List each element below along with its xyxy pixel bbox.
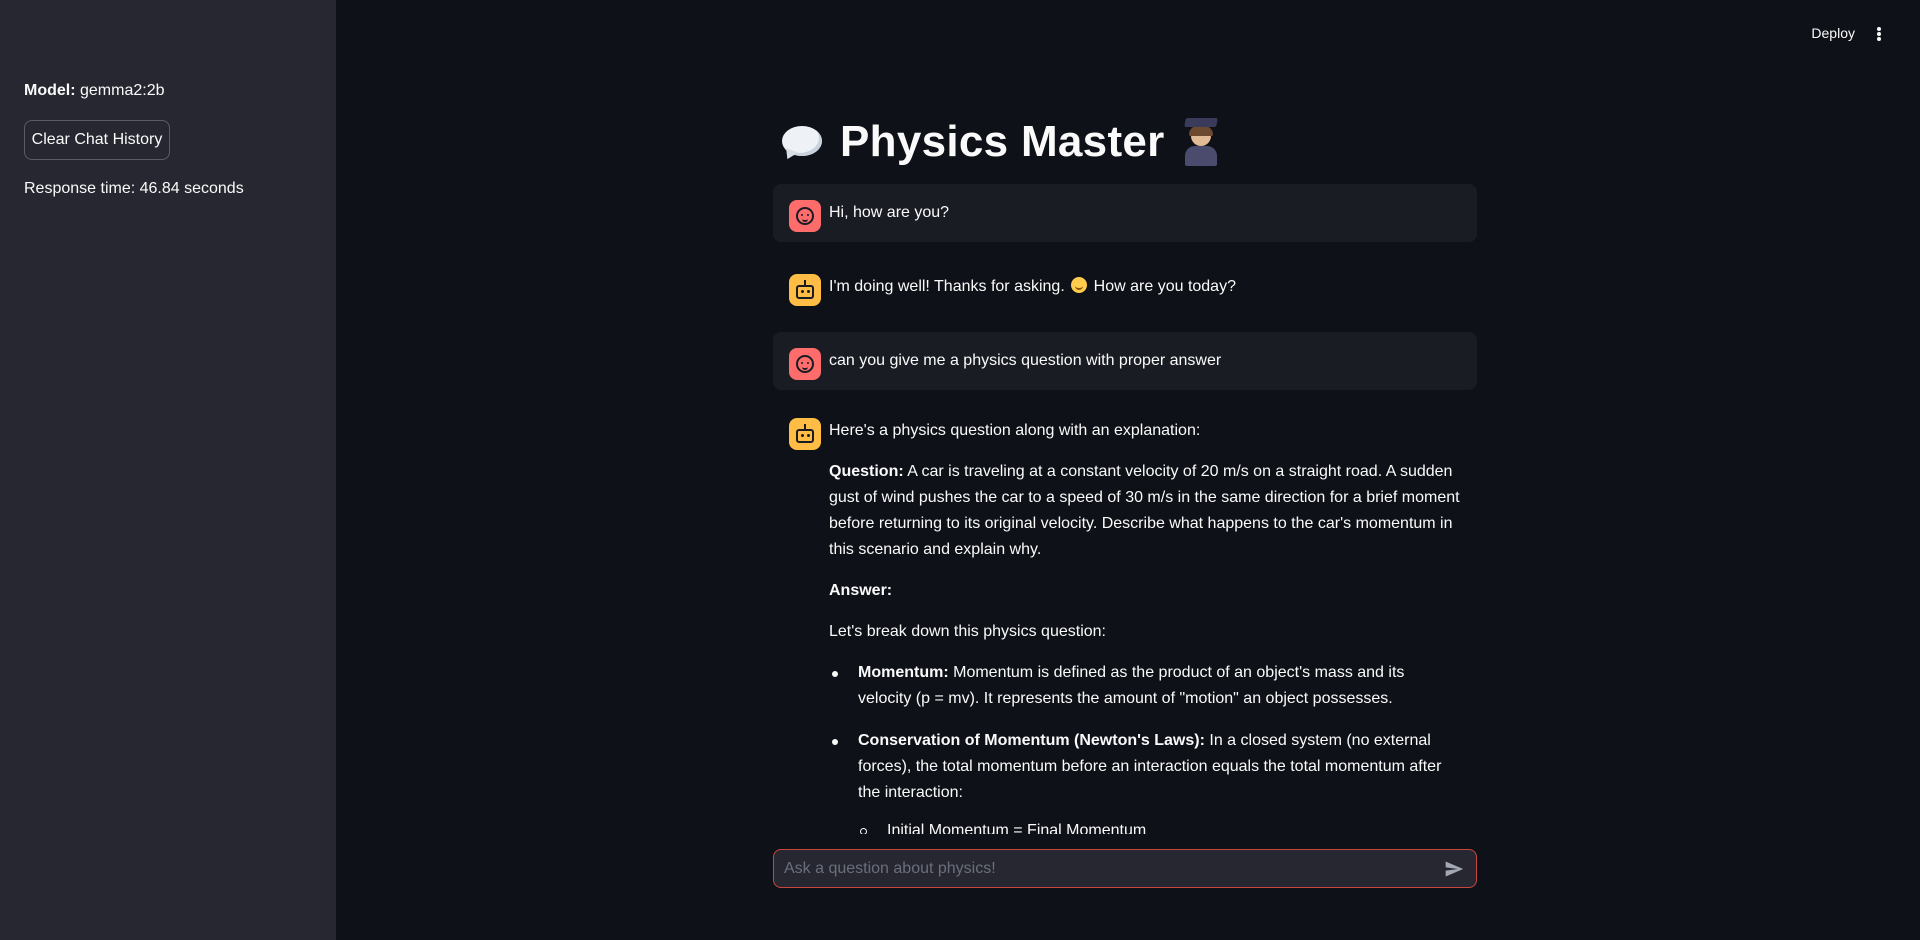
answer-bullets: Momentum: Momentum is defined as the pro… bbox=[829, 660, 1461, 834]
question-text: A car is traveling at a constant velocit… bbox=[829, 463, 1460, 558]
assistant-avatar bbox=[789, 418, 821, 450]
chat-message-assistant: Here's a physics question along with an … bbox=[773, 406, 1477, 834]
question-paragraph: Question: A car is traveling at a consta… bbox=[829, 459, 1461, 563]
speech-bubble-icon bbox=[780, 124, 824, 162]
model-info: Model: gemma2:2b bbox=[24, 81, 165, 101]
chat-messages: Hi, how are you? I'm doing well! Thanks … bbox=[773, 184, 1477, 834]
assistant-avatar bbox=[789, 274, 821, 306]
robot-icon bbox=[796, 279, 814, 299]
message-text-part: I'm doing well! Thanks for asking. bbox=[829, 278, 1065, 295]
message-text: I'm doing well! Thanks for asking. How a… bbox=[829, 274, 1461, 300]
deploy-button[interactable]: Deploy bbox=[1811, 25, 1855, 41]
user-face-icon bbox=[796, 207, 814, 225]
smiling-face-icon bbox=[1071, 277, 1088, 293]
sub-bullets: Initial Momentum = Final Momentum bbox=[858, 818, 1461, 834]
message-text: Hi, how are you? bbox=[829, 204, 950, 221]
app: Model: gemma2:2b Clear Chat History Resp… bbox=[0, 0, 1920, 940]
main-menu-icon[interactable] bbox=[1874, 24, 1884, 44]
page-title: Physics Master bbox=[780, 112, 1221, 172]
page-title-text: Physics Master bbox=[840, 117, 1165, 166]
chat-input-container bbox=[773, 849, 1477, 888]
sub-list-item: Initial Momentum = Final Momentum bbox=[858, 818, 1461, 834]
list-item: Conservation of Momentum (Newton's Laws)… bbox=[829, 728, 1461, 834]
chat-message-user: can you give me a physics question with … bbox=[773, 332, 1477, 390]
send-icon[interactable] bbox=[1444, 859, 1464, 879]
chat-input[interactable] bbox=[774, 850, 1414, 887]
answer-label: Answer: bbox=[829, 582, 893, 599]
chat-message-user: Hi, how are you? bbox=[773, 184, 1477, 242]
model-value: gemma2:2b bbox=[80, 82, 165, 99]
bullet-label: Conservation of Momentum (Newton's Laws)… bbox=[858, 732, 1205, 749]
breakdown-text: Let's break down this physics question: bbox=[829, 623, 1106, 640]
user-avatar bbox=[789, 200, 821, 232]
model-label: Model: bbox=[24, 82, 76, 99]
list-item: Momentum: Momentum is defined as the pro… bbox=[829, 660, 1461, 712]
robot-icon bbox=[796, 423, 814, 443]
message-text: can you give me a physics question with … bbox=[829, 352, 1222, 369]
response-time: Response time: 46.84 seconds bbox=[24, 180, 244, 197]
clear-chat-history-button[interactable]: Clear Chat History bbox=[24, 120, 170, 160]
user-avatar bbox=[789, 348, 821, 380]
bullet-label: Momentum: bbox=[858, 664, 949, 681]
message-intro: Here's a physics question along with an … bbox=[829, 422, 1201, 439]
message-text-part: How are you today? bbox=[1093, 278, 1236, 295]
user-face-icon bbox=[796, 355, 814, 373]
question-label: Question: bbox=[829, 463, 904, 480]
chat-message-assistant: I'm doing well! Thanks for asking. How a… bbox=[773, 258, 1477, 316]
sidebar: Model: gemma2:2b Clear Chat History Resp… bbox=[0, 0, 336, 940]
student-icon bbox=[1181, 118, 1221, 166]
